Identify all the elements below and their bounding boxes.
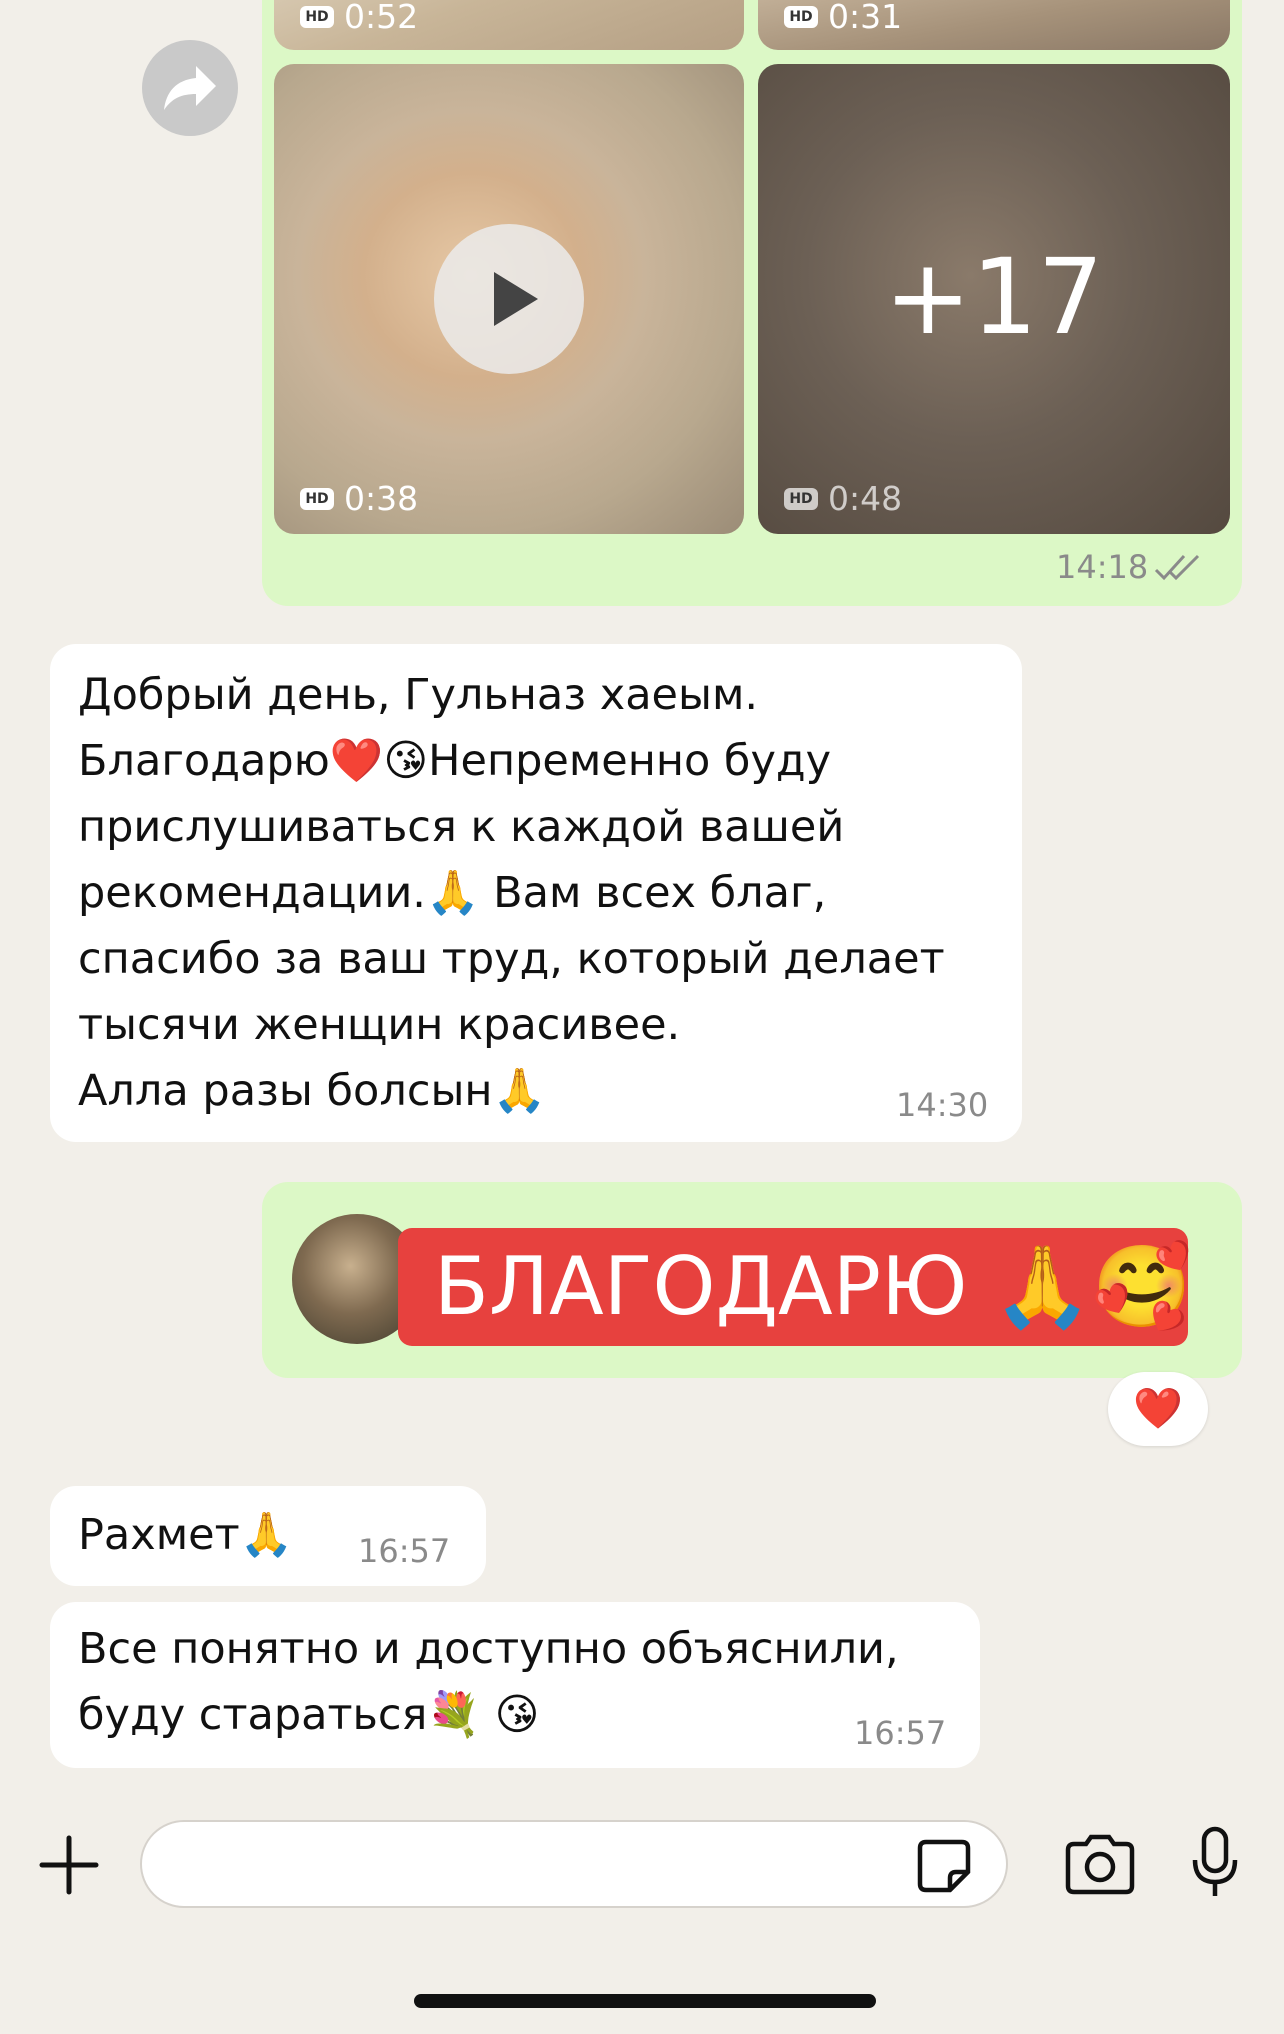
video-thumbnail[interactable]: +17 HD 0:48 <box>758 64 1230 534</box>
message-input[interactable] <box>140 1820 1008 1908</box>
video-duration: 0:38 <box>344 479 419 518</box>
message-text: Добрый день, Гульназ хаеым. Благодарю❤️😘… <box>78 670 945 1116</box>
hd-badge: HD <box>300 487 334 510</box>
message-time: 16:57 <box>854 1714 947 1752</box>
reaction-heart: ❤️ <box>1133 1386 1183 1432</box>
video-duration: 0:52 <box>344 0 419 36</box>
video-duration: 0:48 <box>828 479 903 518</box>
plus-icon <box>39 1835 99 1895</box>
video-duration: 0:31 <box>828 0 903 36</box>
microphone-button[interactable] <box>1190 1826 1240 1902</box>
message-meta: 14:18 <box>1056 548 1202 586</box>
message-time: 14:18 <box>1056 548 1149 586</box>
reaction-badge[interactable]: ❤️ <box>1108 1372 1208 1446</box>
video-thumbnail[interactable]: HD 0:38 <box>274 64 744 534</box>
sticker-button[interactable] <box>914 1836 974 1896</box>
sticker[interactable]: БЛАГОДАРЮ 🙏🥰 <box>398 1228 1192 1346</box>
message-text: Рахмет🙏 <box>78 1510 294 1560</box>
play-icon <box>494 272 538 326</box>
microphone-icon <box>1192 1826 1238 1896</box>
message-time: 14:30 <box>896 1086 989 1124</box>
forward-button[interactable] <box>142 40 238 136</box>
more-media-count: +17 <box>884 236 1104 358</box>
double-check-icon <box>1155 554 1200 581</box>
video-thumbnail[interactable]: HD 0:52 <box>274 0 744 50</box>
hd-badge: HD <box>784 5 818 28</box>
forward-arrow-icon <box>164 66 216 110</box>
play-button[interactable] <box>434 224 584 374</box>
message-text: Все понятно и доступно объяснили, буду с… <box>78 1624 899 1740</box>
hd-badge: HD <box>300 5 334 28</box>
home-indicator <box>414 1994 876 2008</box>
video-thumbnail[interactable]: HD 0:31 <box>758 0 1230 50</box>
message-time: 16:57 <box>358 1532 451 1570</box>
camera-button[interactable] <box>1062 1834 1138 1896</box>
sticker-icon <box>917 1839 971 1893</box>
attach-button[interactable] <box>38 1834 100 1896</box>
camera-icon <box>1065 1834 1135 1895</box>
hd-badge: HD <box>784 487 818 510</box>
